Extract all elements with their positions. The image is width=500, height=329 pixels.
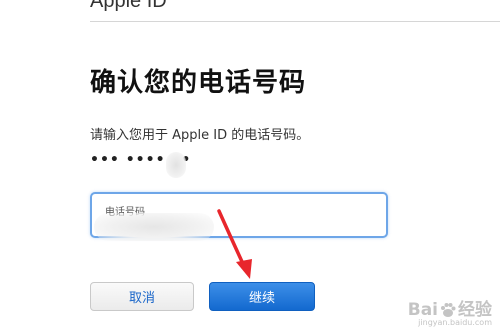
phone-field-redaction-blur — [94, 213, 214, 241]
redaction-blur — [166, 152, 186, 178]
instruction-text: 请输入您用于 Apple ID 的电话号码。 — [90, 128, 310, 143]
phone-number-field[interactable]: 电话号码 — [90, 192, 388, 241]
watermark-brand-right: 经验 — [458, 300, 492, 320]
baidu-paw-icon — [441, 303, 456, 317]
watermark-url: jingyan.baidu.com — [418, 318, 492, 327]
cancel-button[interactable]: 取消 — [90, 282, 194, 311]
baidu-jingyan-watermark: Bai 经验 jingyan.baidu.com — [408, 295, 492, 327]
apple-id-header-title: Apple ID — [90, 0, 167, 12]
watermark-brand-left: Bai — [407, 300, 438, 320]
header-divider — [90, 21, 500, 22]
arrow-head — [236, 259, 252, 279]
red-arrow-annotation — [217, 209, 252, 279]
page-title: 确认您的电话号码 — [90, 68, 307, 98]
continue-button[interactable]: 继续 — [209, 282, 315, 311]
